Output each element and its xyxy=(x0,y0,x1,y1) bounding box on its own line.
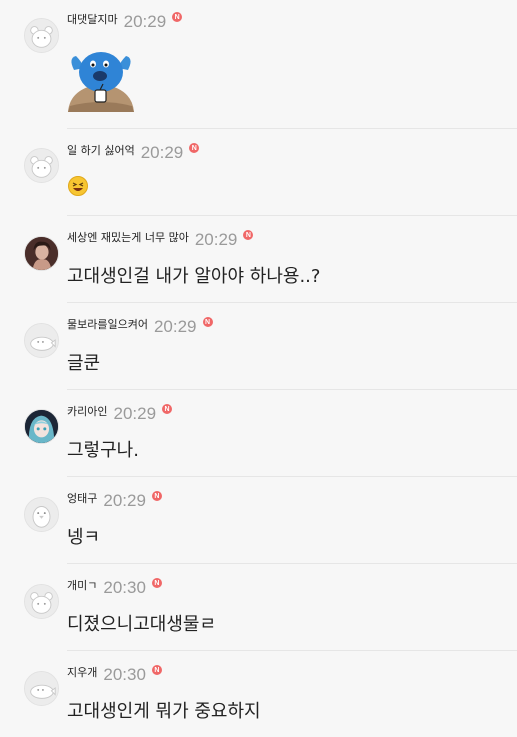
comment-time: 20:30 xyxy=(103,578,146,597)
comment-item: 지우개 20:30 N 고대생인게 뭐가 중요하지 xyxy=(0,651,517,737)
new-badge: N xyxy=(162,404,173,414)
comment-feed: 대댓달지마 20:29 N 일 하기 싫어억 20:29 N 세상엔 재밌는게 … xyxy=(0,0,517,737)
comment-item: 대댓달지마 20:29 N xyxy=(0,0,517,129)
comment-nickname[interactable]: 세상엔 재밌는게 너무 많아 xyxy=(67,229,189,245)
comment-text: 넹ㅋ xyxy=(67,527,101,548)
comment-nickname[interactable]: 일 하기 싫어억 xyxy=(67,142,135,158)
comment-time: 20:29 xyxy=(194,230,238,249)
comment-text: 그렇구나. xyxy=(67,440,139,461)
penguin-avatar-icon[interactable] xyxy=(24,497,59,532)
blue-character-sticker xyxy=(66,48,136,114)
new-badge: N xyxy=(202,317,213,327)
bear-avatar-icon[interactable] xyxy=(24,18,59,53)
new-badge: N xyxy=(243,230,254,240)
comment-text: 고대생인게 뭐가 중요하지 xyxy=(67,701,261,722)
bear-avatar-icon[interactable] xyxy=(24,584,59,619)
comment-time: 20:30 xyxy=(103,665,146,684)
comment-item: 세상엔 재밌는게 너무 많아 20:29 N 고대생인걸 내가 알아야 하나용.… xyxy=(0,216,517,303)
seal-avatar-icon[interactable] xyxy=(24,671,59,706)
comment-text: 글쿤 xyxy=(67,353,101,374)
laughing-emoji-icon xyxy=(68,176,88,196)
comment-time: 20:29 xyxy=(123,12,167,31)
comment-nickname[interactable]: 카리아인 xyxy=(67,403,107,419)
comment-item: 개미ㄱ 20:30 N 디졌으니고대생물ㄹ xyxy=(0,564,517,651)
comment-item: 물보라를일으켜어 20:29 N 글쿤 xyxy=(0,303,517,390)
seal-avatar-icon[interactable] xyxy=(24,323,59,358)
comment-time: 20:29 xyxy=(153,317,197,336)
comment-text: 고대생인걸 내가 알아야 하나용..? xyxy=(67,266,321,287)
comment-item: 엉태구 20:29 N 넹ㅋ xyxy=(0,477,517,564)
comment-nickname[interactable]: 개미ㄱ xyxy=(67,577,97,593)
comment-item: 카리아인 20:29 N 그렇구나. xyxy=(0,390,517,477)
new-badge: N xyxy=(172,12,183,22)
comment-nickname[interactable]: 대댓달지마 xyxy=(67,11,118,27)
comment-nickname[interactable]: 엉태구 xyxy=(67,490,97,506)
comment-nickname[interactable]: 물보라를일으켜어 xyxy=(67,316,148,332)
comment-time: 20:29 xyxy=(103,491,146,510)
comment-item: 일 하기 싫어억 20:29 N xyxy=(0,129,517,216)
new-badge: N xyxy=(151,665,162,675)
bear-avatar-icon[interactable] xyxy=(24,148,59,183)
anime-avatar-icon[interactable] xyxy=(24,409,59,444)
comment-time: 20:29 xyxy=(140,143,184,162)
new-badge: N xyxy=(151,491,162,501)
photo-avatar-icon[interactable] xyxy=(24,236,59,271)
new-badge: N xyxy=(151,578,162,588)
comment-time: 20:29 xyxy=(113,404,157,423)
comment-nickname[interactable]: 지우개 xyxy=(67,664,97,680)
new-badge: N xyxy=(189,143,200,153)
comment-text: 디졌으니고대생물ㄹ xyxy=(67,614,217,635)
